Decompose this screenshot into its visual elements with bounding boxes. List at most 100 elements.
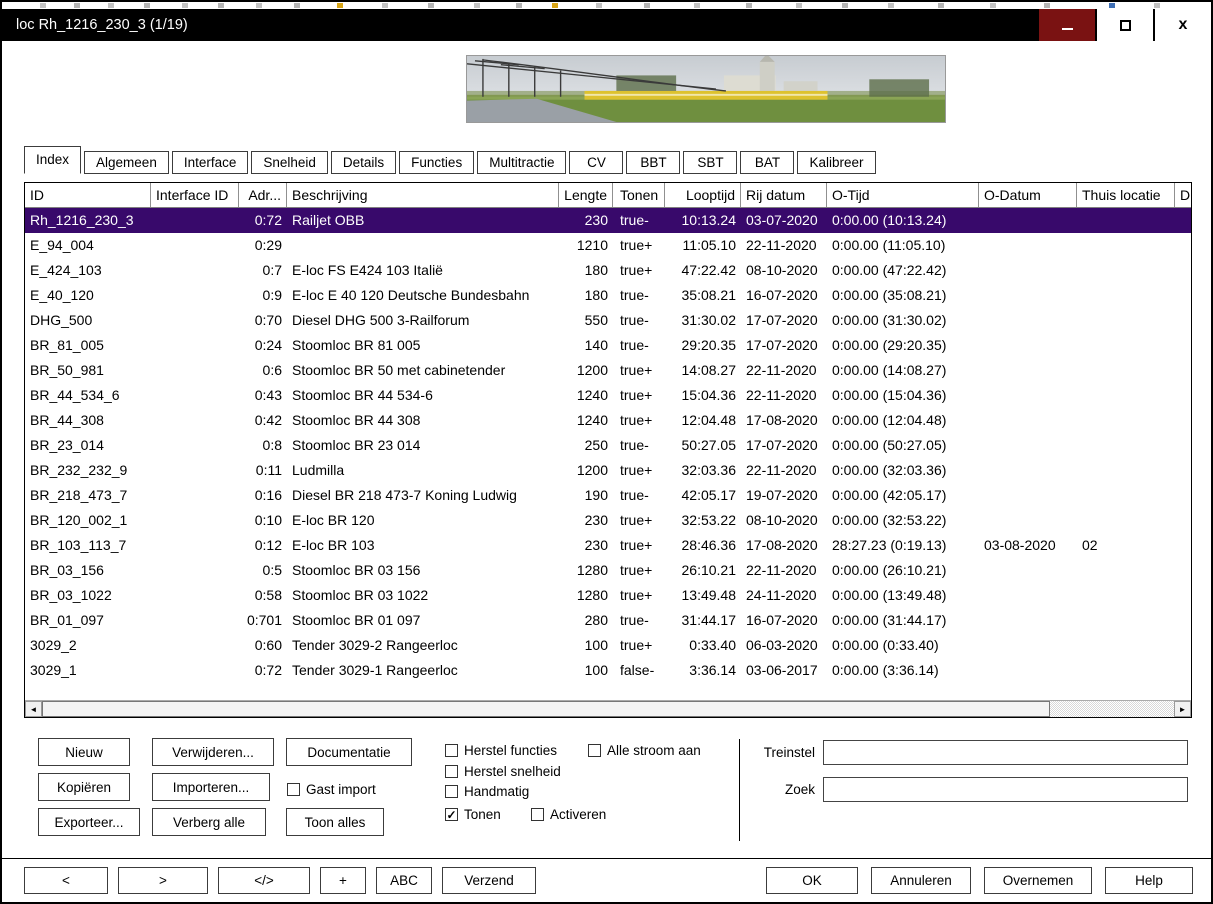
table-cell — [979, 658, 1077, 683]
checkbox-label: Gast import — [306, 782, 376, 797]
exporteer-button[interactable]: Exporteer... — [38, 808, 140, 836]
tab-interface[interactable]: Interface — [172, 151, 249, 174]
column-header[interactable]: Lengte — [559, 183, 613, 207]
herstel-snelheid-checkbox[interactable]: Herstel snelheid — [445, 763, 561, 780]
column-header[interactable]: Thuis locatie — [1077, 183, 1175, 207]
table-row[interactable]: BR_44_534_60:43Stoomloc BR 44 534-61240t… — [25, 383, 1191, 408]
column-header[interactable]: ID — [25, 183, 151, 207]
annuleren-button[interactable]: Annuleren — [871, 867, 971, 894]
gast-import-checkbox[interactable]: Gast import — [287, 781, 376, 798]
nieuw-button[interactable]: Nieuw — [38, 738, 130, 766]
table-row[interactable]: BR_120_002_10:10E-loc BR 120230true+32:5… — [25, 508, 1191, 533]
activeren-checkbox[interactable]: Activeren — [531, 806, 606, 823]
table-row[interactable]: BR_50_9810:6Stoomloc BR 50 met cabineten… — [25, 358, 1191, 383]
minimize-button[interactable] — [1039, 9, 1095, 41]
table-row[interactable]: Rh_1216_230_30:72Railjet OBB230true-10:1… — [25, 208, 1191, 233]
verberg-alle-button[interactable]: Verberg alle — [152, 808, 266, 836]
table-row[interactable]: BR_03_10220:58Stoomloc BR 03 10221280tru… — [25, 583, 1191, 608]
prev-button[interactable]: < — [24, 867, 108, 894]
table-row[interactable]: E_424_1030:7E-loc FS E424 103 Italië180t… — [25, 258, 1191, 283]
table-cell: 0:00.00 (26:10.21) — [827, 558, 979, 583]
scroll-right-button[interactable]: ► — [1174, 701, 1191, 717]
table-cell: 0:6 — [239, 358, 287, 383]
verzend-button[interactable]: Verzend — [442, 867, 536, 894]
table-row[interactable]: BR_44_3080:42Stoomloc BR 44 3081240true+… — [25, 408, 1191, 433]
prev-next-button[interactable]: </> — [218, 867, 310, 894]
verwijderen-button[interactable]: Verwijderen... — [152, 738, 274, 766]
column-header[interactable]: O-Tijd — [827, 183, 979, 207]
tab-snelheid[interactable]: Snelheid — [251, 151, 328, 174]
documentatie-button[interactable]: Documentatie — [286, 738, 412, 766]
next-button[interactable]: > — [118, 867, 208, 894]
tab-functies[interactable]: Functies — [399, 151, 474, 174]
tonen-checkbox[interactable]: ✓ Tonen — [445, 806, 501, 823]
table-cell — [151, 308, 239, 333]
table-row[interactable]: 3029_10:72Tender 3029-1 Rangeerloc100fal… — [25, 658, 1191, 683]
tab-bbt[interactable]: BBT — [626, 151, 680, 174]
checkbox-label: Herstel functies — [464, 743, 557, 758]
maximize-button[interactable] — [1097, 9, 1153, 41]
tab-multitractie[interactable]: Multitractie — [477, 151, 566, 174]
table-cell — [979, 458, 1077, 483]
column-header[interactable]: Interface ID — [151, 183, 239, 207]
alle-stroom-aan-checkbox[interactable]: Alle stroom aan — [588, 742, 701, 759]
toon-alles-button[interactable]: Toon alles — [286, 808, 384, 836]
close-button[interactable]: x — [1155, 9, 1211, 41]
column-header[interactable]: O-Datum — [979, 183, 1077, 207]
table-cell: DHG_500 — [25, 308, 151, 333]
tab-algemeen[interactable]: Algemeen — [84, 151, 169, 174]
table-row[interactable]: BR_232_232_90:11Ludmilla1200true+32:03.3… — [25, 458, 1191, 483]
scroll-left-button[interactable]: ◄ — [25, 701, 42, 717]
treinstel-input[interactable] — [823, 740, 1188, 765]
kopieren-button[interactable]: Kopiëren — [38, 773, 130, 801]
table-cell: 0:70 — [239, 308, 287, 333]
table-row[interactable]: 3029_20:60Tender 3029-2 Rangeerloc100tru… — [25, 633, 1191, 658]
table-cell: 0:43 — [239, 383, 287, 408]
table-row[interactable]: E_94_0040:291210true+11:05.1022-11-20200… — [25, 233, 1191, 258]
table-cell: 190 — [559, 483, 613, 508]
table-row[interactable]: BR_103_113_70:12E-loc BR 103230true+28:4… — [25, 533, 1191, 558]
tab-details[interactable]: Details — [331, 151, 396, 174]
overnemen-button[interactable]: Overnemen — [984, 867, 1092, 894]
zoek-input[interactable] — [823, 777, 1188, 802]
table-cell: 0:42 — [239, 408, 287, 433]
column-header[interactable]: Looptijd — [665, 183, 741, 207]
tab-kalibreer[interactable]: Kalibreer — [797, 151, 875, 174]
table-cell — [979, 558, 1077, 583]
column-header[interactable]: Beschrijving — [287, 183, 559, 207]
table-cell: 17-08-2020 — [741, 408, 827, 433]
ok-button[interactable]: OK — [766, 867, 858, 894]
table-row[interactable]: DHG_5000:70Diesel DHG 500 3-Railforum550… — [25, 308, 1191, 333]
table-row[interactable]: BR_23_0140:8Stoomloc BR 23 014250true-50… — [25, 433, 1191, 458]
tab-index[interactable]: Index — [24, 146, 81, 174]
abc-button[interactable]: ABC — [376, 867, 432, 894]
scrollbar-thumb[interactable] — [42, 701, 1050, 717]
table-cell: 0:00.00 (12:04.48) — [827, 408, 979, 433]
table-row[interactable]: BR_81_0050:24Stoomloc BR 81 005140true-2… — [25, 333, 1191, 358]
help-button[interactable]: Help — [1105, 867, 1193, 894]
zoek-label: Zoek — [747, 782, 815, 797]
herstel-functies-checkbox[interactable]: Herstel functies — [445, 742, 557, 759]
importeren-button[interactable]: Importeren... — [152, 773, 270, 801]
tab-sbt[interactable]: SBT — [683, 151, 737, 174]
column-header[interactable]: D — [1175, 183, 1191, 207]
column-header[interactable]: Tonen — [613, 183, 665, 207]
table-row[interactable]: E_40_1200:9E-loc E 40 120 Deutsche Bunde… — [25, 283, 1191, 308]
table-cell — [1175, 283, 1191, 308]
tab-cv[interactable]: CV — [569, 151, 623, 174]
table-cell: 22-11-2020 — [741, 558, 827, 583]
table-row[interactable]: BR_03_1560:5Stoomloc BR 03 1561280true+2… — [25, 558, 1191, 583]
checkbox-icon — [445, 765, 458, 778]
table-cell: true+ — [613, 583, 665, 608]
table-cell: 0:00.00 (29:20.35) — [827, 333, 979, 358]
table-row[interactable]: BR_218_473_70:16Diesel BR 218 473-7 Koni… — [25, 483, 1191, 508]
table-cell: Rh_1216_230_3 — [25, 208, 151, 233]
column-header[interactable]: Adr... — [239, 183, 287, 207]
table-cell: 32:53.22 — [665, 508, 741, 533]
plus-button[interactable]: + — [320, 867, 366, 894]
tab-bat[interactable]: BAT — [740, 151, 794, 174]
table-row[interactable]: BR_01_0970:701Stoomloc BR 01 097280true-… — [25, 608, 1191, 633]
table-cell: 02 — [1077, 533, 1175, 558]
handmatig-checkbox[interactable]: Handmatig — [445, 783, 529, 800]
column-header[interactable]: Rij datum — [741, 183, 827, 207]
